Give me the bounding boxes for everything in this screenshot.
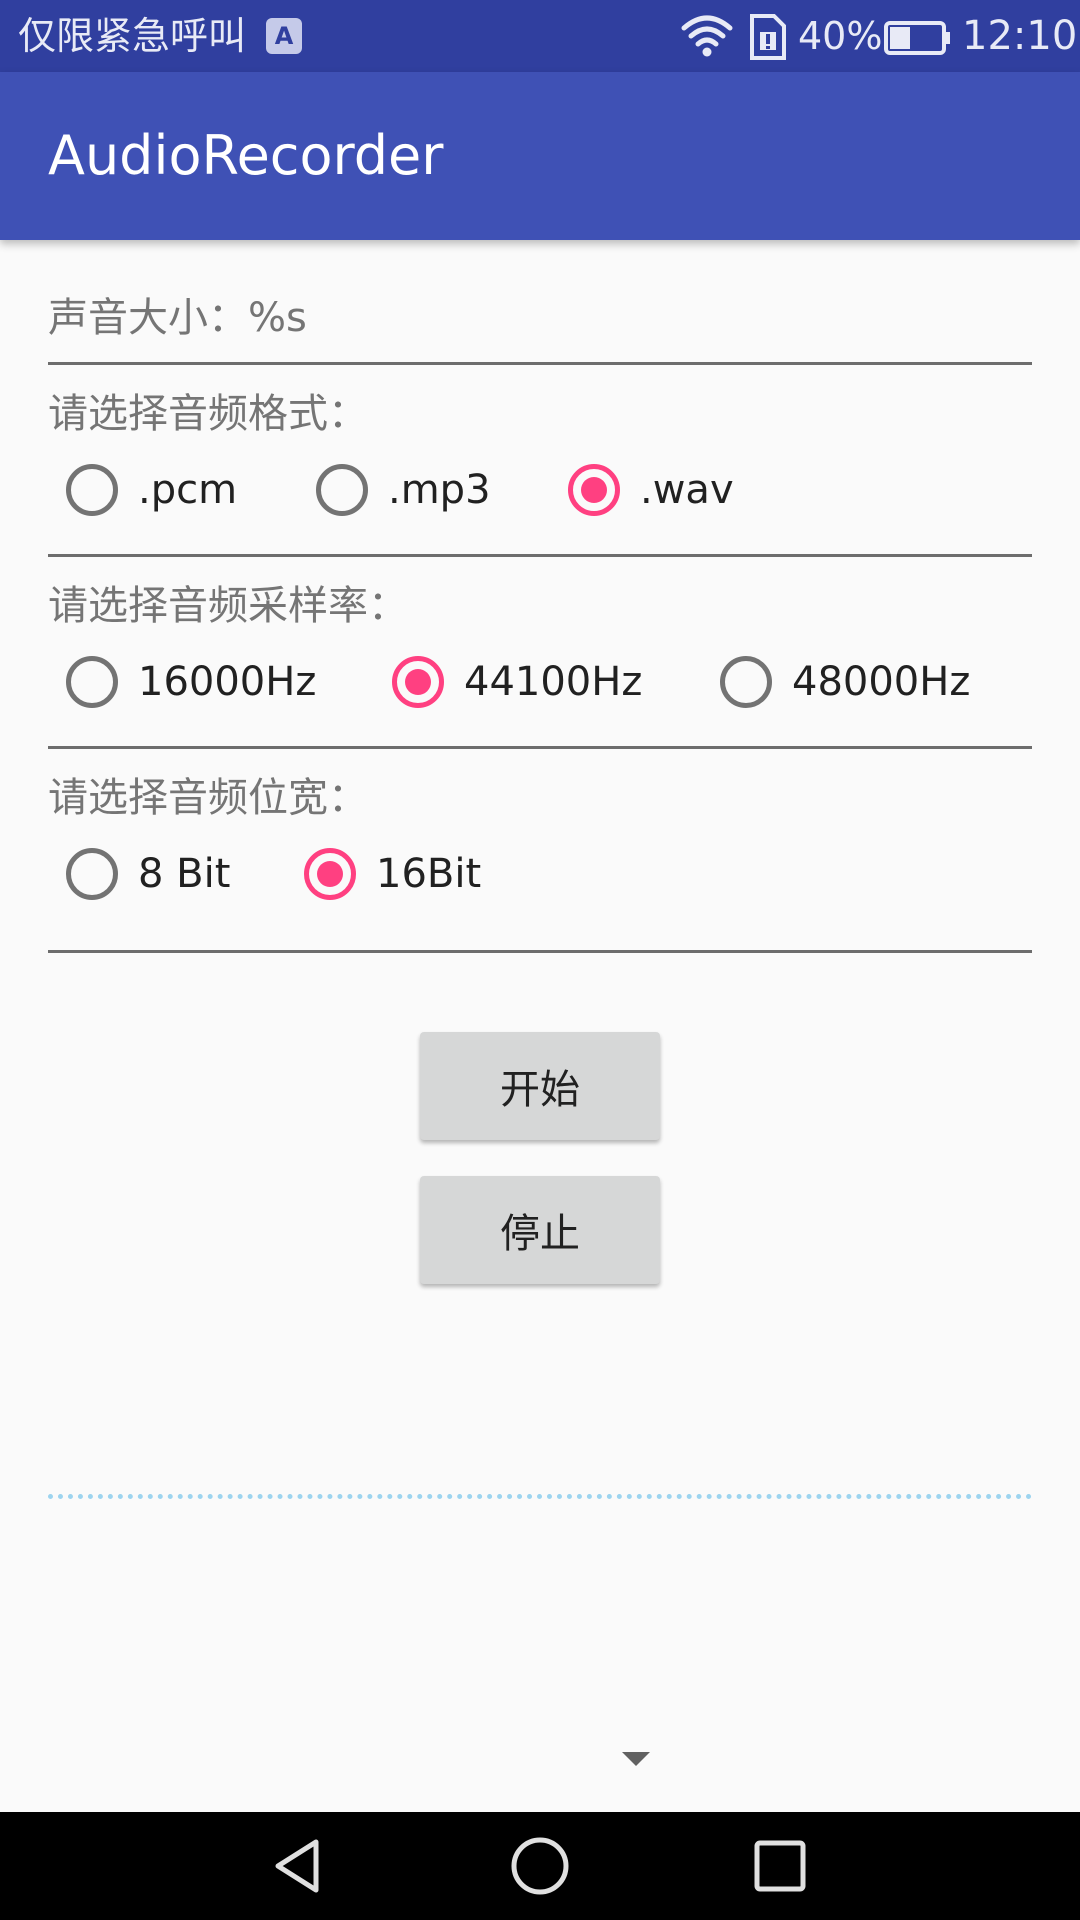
radio-button-icon[interactable] — [392, 656, 444, 708]
start-button[interactable]: 开始 — [420, 1032, 660, 1140]
battery-percent: 40% — [798, 14, 883, 58]
radio-button-icon[interactable] — [568, 464, 620, 516]
radio-button-icon[interactable] — [316, 464, 368, 516]
divider — [48, 950, 1032, 953]
radio-button-icon[interactable] — [66, 848, 118, 900]
stop-button[interactable]: 停止 — [420, 1176, 660, 1284]
radio-label: 16000Hz — [138, 659, 317, 705]
radio-label: 16Bit — [376, 851, 482, 897]
radio-format-pcm[interactable]: .pcm — [60, 458, 237, 522]
radio-label: .mp3 — [388, 467, 491, 513]
clock: 12:10 — [962, 13, 1078, 59]
radio-format-mp3[interactable]: .mp3 — [310, 458, 491, 522]
radio-button-icon[interactable] — [304, 848, 356, 900]
radio-bit-depth-16[interactable]: 16Bit — [298, 842, 481, 906]
carrier-text: 仅限紧急呼叫 — [18, 14, 247, 58]
radio-sample-rate-44100[interactable]: 44100Hz — [386, 650, 642, 714]
radio-button-icon[interactable] — [66, 656, 118, 708]
back-icon[interactable] — [270, 1838, 326, 1894]
home-icon[interactable] — [510, 1836, 570, 1896]
navigation-bar — [0, 1812, 1080, 1920]
sim-icon — [750, 14, 786, 60]
radio-bit-depth-8[interactable]: 8 Bit — [60, 842, 230, 906]
sample-rate-section-label: 请选择音频采样率： — [48, 583, 408, 629]
audio-level-line — [48, 1494, 1032, 1499]
app-bar: AudioRecorder — [0, 72, 1080, 240]
radio-format-wav[interactable]: .wav — [562, 458, 734, 522]
format-section-label: 请选择音频格式： — [48, 391, 368, 437]
radio-sample-rate-48000[interactable]: 48000Hz — [714, 650, 970, 714]
divider — [48, 746, 1032, 749]
radio-label: .pcm — [138, 467, 238, 513]
radio-label: 48000Hz — [792, 659, 971, 705]
radio-button-icon[interactable] — [720, 656, 772, 708]
radio-label: .wav — [640, 467, 734, 513]
input-method-icon: A — [266, 18, 302, 54]
radio-label: 8 Bit — [138, 851, 231, 897]
divider — [48, 554, 1032, 557]
chevron-down-icon[interactable] — [620, 1750, 652, 1768]
status-bar: 仅限紧急呼叫 A 40% 12:10 — [0, 0, 1080, 72]
battery-icon — [884, 21, 950, 55]
divider — [48, 362, 1032, 365]
app-title: AudioRecorder — [48, 124, 444, 187]
bit-depth-section-label: 请选择音频位宽： — [48, 775, 368, 821]
recent-apps-icon[interactable] — [752, 1838, 808, 1894]
volume-label: 声音大小：%s — [48, 295, 307, 341]
radio-label: 44100Hz — [464, 659, 643, 705]
wifi-icon — [681, 15, 733, 57]
radio-sample-rate-16000[interactable]: 16000Hz — [60, 650, 316, 714]
radio-button-icon[interactable] — [66, 464, 118, 516]
